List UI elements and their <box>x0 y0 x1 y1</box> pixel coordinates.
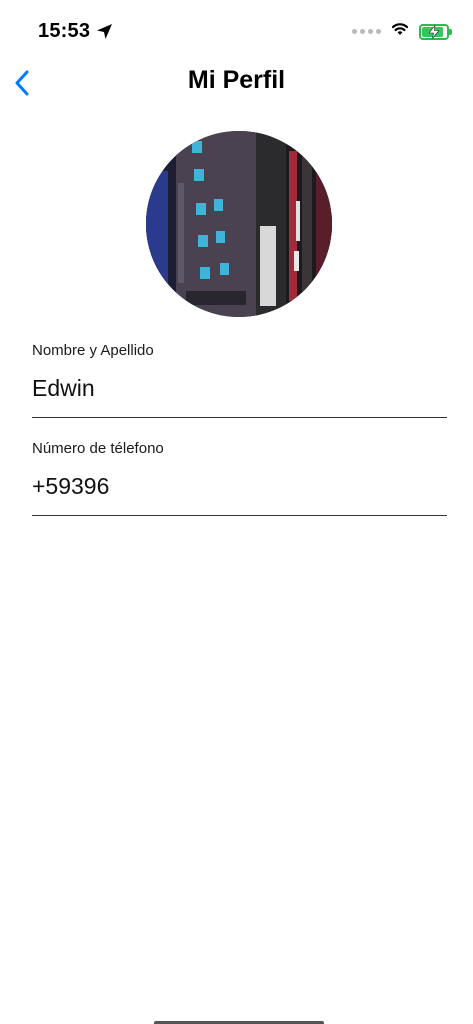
name-input[interactable] <box>32 373 447 403</box>
status-time: 15:53 <box>38 20 91 42</box>
profile-avatar[interactable] <box>146 131 332 317</box>
page-title: Mi Perfil <box>187 66 286 94</box>
name-field-label: Nombre y Apellido <box>32 342 154 359</box>
phone-field-label: Número de télefono <box>32 440 164 457</box>
phone-field-underline <box>32 515 447 516</box>
name-field: Nombre y Apellido <box>32 342 447 418</box>
name-field-underline <box>32 417 447 418</box>
status-bar: 15:53 <box>0 0 473 60</box>
wifi-icon <box>391 22 409 41</box>
phone-field: Número de télefono <box>32 440 447 516</box>
status-time-group: 15:53 <box>38 20 113 43</box>
status-indicators <box>352 22 452 41</box>
location-arrow-icon <box>96 23 113 40</box>
battery-charging-icon <box>419 23 452 40</box>
cellular-signal-icon <box>352 29 381 34</box>
phone-input[interactable] <box>32 471 447 501</box>
navigation-bar: Mi Perfil <box>0 58 473 108</box>
